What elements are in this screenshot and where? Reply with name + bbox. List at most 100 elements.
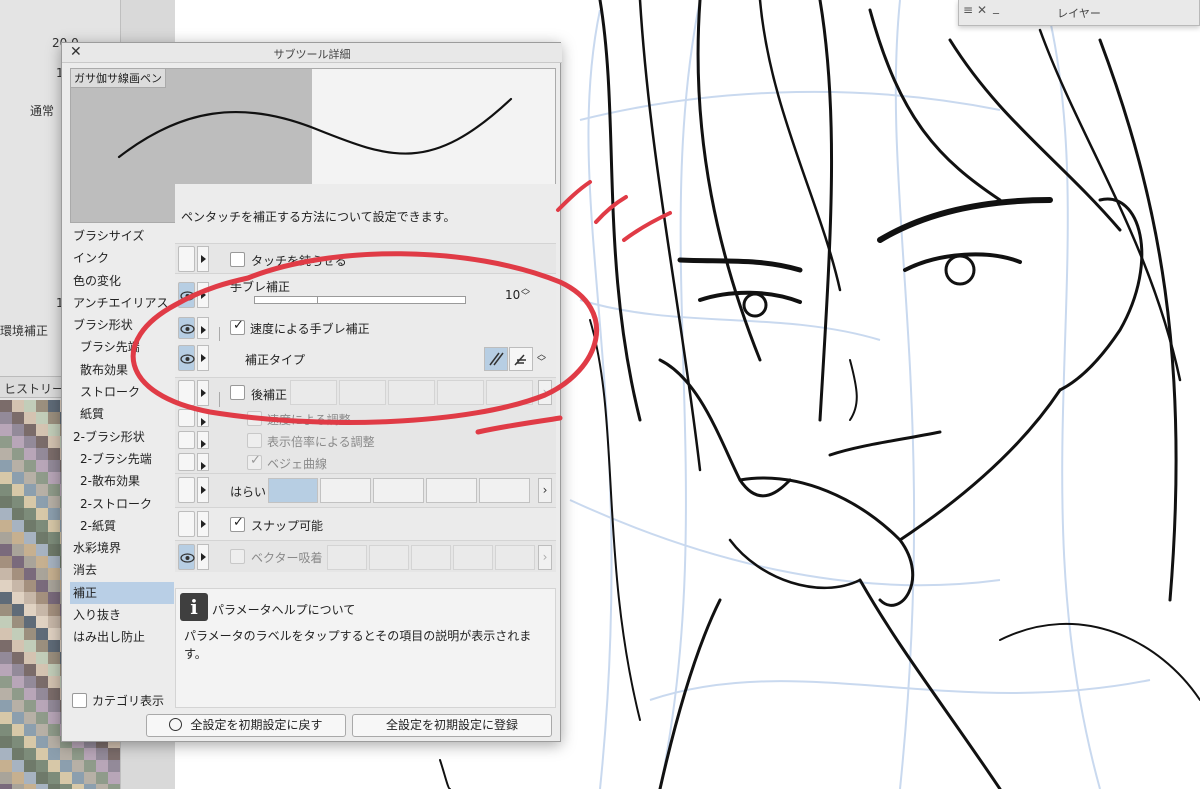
color-swatch[interactable]: [12, 520, 24, 532]
color-swatch[interactable]: [60, 772, 72, 784]
color-swatch[interactable]: [96, 748, 108, 760]
zoom-adjust-label[interactable]: 表示倍率による調整: [267, 433, 375, 450]
chevron-right-icon[interactable]: ›: [538, 478, 552, 503]
color-swatch[interactable]: [12, 640, 24, 652]
color-swatch[interactable]: [0, 724, 12, 736]
color-swatch[interactable]: [12, 784, 24, 789]
palette-visibility-toggle[interactable]: [178, 246, 195, 272]
color-swatch[interactable]: [36, 688, 48, 700]
speed-stabilization-label[interactable]: 速度による手ブレ補正: [250, 320, 370, 337]
color-swatch[interactable]: [108, 748, 120, 760]
reset-defaults-button[interactable]: 全設定を初期設定に戻す: [146, 714, 346, 737]
correction-type-label[interactable]: 補正タイプ: [245, 351, 305, 368]
bezier-label[interactable]: ベジェ曲線: [267, 455, 327, 472]
category-item[interactable]: 2-ブラシ先端: [70, 448, 174, 470]
speed-adjust-checkbox[interactable]: [247, 411, 262, 426]
color-swatch[interactable]: [60, 784, 72, 789]
category-item[interactable]: 2-散布効果: [70, 470, 174, 492]
color-swatch[interactable]: [0, 484, 12, 496]
color-swatch[interactable]: [48, 712, 60, 724]
color-swatch[interactable]: [36, 424, 48, 436]
color-swatch[interactable]: [24, 652, 36, 664]
color-swatch[interactable]: [12, 580, 24, 592]
category-item[interactable]: 2-ブラシ形状: [70, 426, 174, 448]
stabilization-label[interactable]: 手ブレ補正: [230, 278, 290, 295]
color-swatch[interactable]: [12, 508, 24, 520]
color-swatch[interactable]: [12, 688, 24, 700]
expand-arrow-icon[interactable]: [197, 345, 209, 371]
color-swatch[interactable]: [48, 568, 60, 580]
color-swatch[interactable]: [0, 760, 12, 772]
expand-arrow-icon[interactable]: [197, 317, 209, 339]
expand-arrow-icon[interactable]: [197, 282, 209, 308]
color-swatch[interactable]: [36, 460, 48, 472]
expand-arrow-icon[interactable]: [197, 246, 209, 272]
color-swatch[interactable]: [96, 784, 108, 789]
color-swatch[interactable]: [24, 448, 36, 460]
color-swatch[interactable]: [0, 580, 12, 592]
color-swatch[interactable]: [12, 628, 24, 640]
stabilization-slider[interactable]: [254, 296, 466, 304]
color-swatch[interactable]: [48, 784, 60, 789]
color-swatch[interactable]: [0, 592, 12, 604]
color-swatch[interactable]: [12, 460, 24, 472]
color-swatch[interactable]: [24, 736, 36, 748]
color-swatch[interactable]: [36, 532, 48, 544]
snap-checkbox[interactable]: ✓: [230, 515, 245, 532]
color-swatch[interactable]: [84, 748, 96, 760]
color-swatch[interactable]: [36, 592, 48, 604]
color-swatch[interactable]: [24, 400, 36, 412]
color-swatch[interactable]: [48, 460, 60, 472]
color-swatch[interactable]: [0, 664, 12, 676]
palette-visibility-toggle[interactable]: [178, 477, 195, 503]
color-swatch[interactable]: [48, 628, 60, 640]
category-item[interactable]: ブラシ先端: [70, 336, 174, 358]
color-swatch[interactable]: [108, 784, 120, 789]
color-swatch[interactable]: [0, 628, 12, 640]
color-swatch[interactable]: [0, 772, 12, 784]
color-swatch[interactable]: [12, 568, 24, 580]
color-swatch[interactable]: [12, 652, 24, 664]
color-swatch[interactable]: [36, 508, 48, 520]
dull-touch-checkbox[interactable]: [230, 252, 245, 267]
register-defaults-button[interactable]: 全設定を初期設定に登録: [352, 714, 552, 737]
palette-visibility-toggle[interactable]: [178, 431, 195, 449]
eye-icon[interactable]: [178, 345, 195, 371]
color-swatch[interactable]: [48, 436, 60, 448]
chevron-right-icon[interactable]: ›: [538, 380, 552, 405]
color-swatch[interactable]: [24, 436, 36, 448]
vector-snap-segments[interactable]: [327, 545, 535, 570]
segment[interactable]: [388, 380, 435, 405]
color-swatch[interactable]: [0, 412, 12, 424]
dull-touch-label[interactable]: タッチを鈍らせる: [251, 252, 347, 269]
color-swatch[interactable]: [36, 484, 48, 496]
category-item[interactable]: 2-紙質: [70, 515, 174, 537]
palette-visibility-toggle[interactable]: [178, 409, 195, 427]
color-swatch[interactable]: [48, 664, 60, 676]
color-swatch[interactable]: [48, 580, 60, 592]
correction-type-stroke-icon[interactable]: [484, 347, 508, 371]
color-swatch[interactable]: [72, 772, 84, 784]
category-item[interactable]: ブラシ形状: [70, 314, 174, 336]
segment[interactable]: [369, 545, 409, 570]
color-swatch[interactable]: [0, 688, 12, 700]
color-swatch[interactable]: [36, 496, 48, 508]
color-swatch[interactable]: [36, 616, 48, 628]
color-swatch[interactable]: [12, 616, 24, 628]
color-swatch[interactable]: [0, 400, 12, 412]
color-swatch[interactable]: [36, 520, 48, 532]
color-swatch[interactable]: [48, 616, 60, 628]
category-show-checkbox[interactable]: [72, 693, 87, 708]
color-swatch[interactable]: [36, 628, 48, 640]
color-swatch[interactable]: [12, 760, 24, 772]
segment[interactable]: [437, 380, 484, 405]
category-item[interactable]: 入り抜き: [70, 604, 174, 626]
color-swatch[interactable]: [0, 460, 12, 472]
color-swatch[interactable]: [48, 424, 60, 436]
color-swatch[interactable]: [48, 736, 60, 748]
color-swatch[interactable]: [36, 544, 48, 556]
color-swatch[interactable]: [36, 472, 48, 484]
color-swatch[interactable]: [0, 568, 12, 580]
color-swatch[interactable]: [96, 772, 108, 784]
color-swatch[interactable]: [24, 508, 36, 520]
